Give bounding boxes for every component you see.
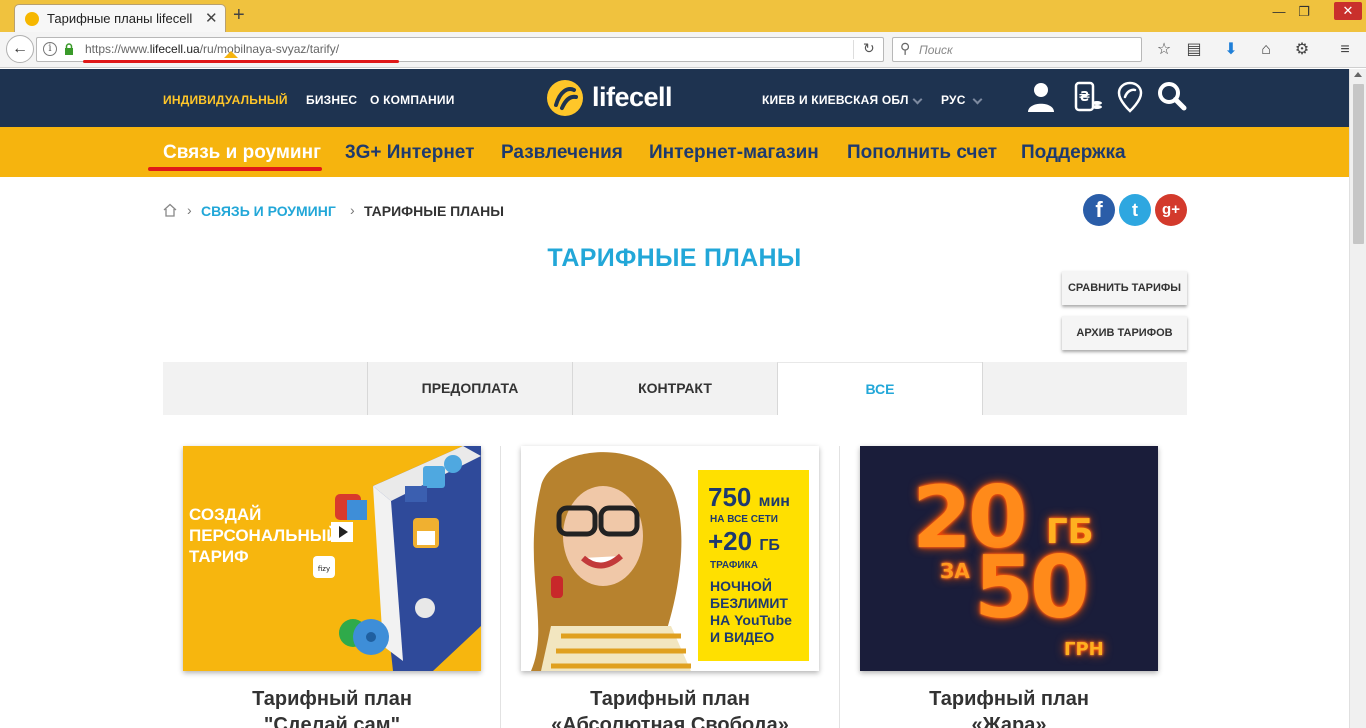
chevron-down-icon	[972, 94, 983, 105]
cat-support[interactable]: Поддержка	[1021, 142, 1126, 164]
info-icon[interactable]: i	[43, 42, 57, 56]
cat-communication-roaming[interactable]: Связь и роуминг	[163, 142, 321, 164]
tariff-card-title[interactable]: Тарифный план «Абсолютная Свобода»	[505, 686, 835, 728]
tariff-archive-button[interactable]: АРХИВ ТАРИФОВ	[1062, 316, 1187, 350]
filter-tab-empty	[982, 362, 1187, 415]
extension-icon[interactable]: ⚙	[1292, 40, 1312, 60]
banner-currency: ГРН	[1064, 639, 1104, 660]
chevron-down-icon	[912, 94, 923, 105]
balance-icon[interactable]: ₴	[1072, 80, 1104, 114]
active-cat-red-underline	[148, 167, 322, 171]
page-scrollbar[interactable]	[1349, 69, 1366, 728]
bookmark-star-icon[interactable]: ☆	[1154, 40, 1174, 60]
lifecell-favicon-icon	[25, 12, 39, 26]
reload-icon[interactable]: ↻	[863, 40, 875, 57]
chevron-right-icon: ›	[187, 202, 192, 218]
search-placeholder: Поиск	[919, 43, 953, 57]
close-tab-icon[interactable]: ✕	[205, 9, 218, 27]
scroll-thumb[interactable]	[1353, 84, 1364, 244]
tab-all[interactable]: ВСЕ	[777, 362, 982, 415]
logo-text[interactable]: lifecell	[592, 82, 673, 113]
user-icon[interactable]	[1025, 80, 1057, 114]
lego-board-illustration: fizy	[313, 446, 481, 671]
cat-top-up[interactable]: Пополнить счет	[847, 142, 997, 164]
minimize-icon[interactable]: —	[1268, 4, 1290, 19]
magnifier-icon: ⚲	[900, 40, 911, 56]
tab-contract[interactable]: КОНТРАКТ	[572, 362, 777, 415]
browser-search-field[interactable]: ⚲ Поиск	[892, 37, 1142, 62]
tab-prepaid[interactable]: ПРЕДОПЛАТА	[367, 362, 572, 415]
filter-tab-empty	[163, 362, 368, 415]
category-nav: Связь и роуминг 3G+ Интернет Развлечения…	[0, 127, 1349, 177]
reading-list-icon[interactable]: ▤	[1184, 40, 1204, 60]
tariff-card-banner-absolute-freedom[interactable]: 750 мин НА ВСЕ СЕТИ +20 ГБ ТРАФИКА НОЧНО…	[521, 446, 819, 671]
compare-tariffs-button[interactable]: СРАВНИТЬ ТАРИФЫ	[1062, 271, 1187, 305]
cat-online-shop[interactable]: Интернет-магазин	[649, 142, 819, 164]
facebook-icon[interactable]: f	[1083, 194, 1115, 226]
url-divider	[853, 40, 854, 59]
cat-entertainment[interactable]: Развлечения	[501, 142, 623, 164]
download-icon[interactable]: ⬇	[1221, 40, 1241, 60]
site-header: ИНДИВИДУАЛЬНЫЙ БИЗНЕС О КОМПАНИИ lifecel…	[0, 69, 1349, 127]
browser-tab-bar: Тарифные планы lifecell ✕ + — ❐ ✕	[0, 0, 1366, 32]
chevron-right-icon: ›	[350, 202, 355, 218]
woman-with-glasses-photo	[531, 452, 691, 671]
tariff-card-banner-heat[interactable]: 20 ГБ ЗА 50 ГРН	[860, 446, 1158, 671]
address-bar[interactable]: i https://www.lifecell.ua/ru/mobilnaya-s…	[36, 37, 884, 63]
url-text: https://www.lifecell.ua/ru/mobilnaya-svy…	[85, 42, 340, 56]
topnav-individual[interactable]: ИНДИВИДУАЛЬНЫЙ	[163, 93, 288, 107]
window-close-icon[interactable]: ✕	[1334, 2, 1362, 20]
banner-price: 50	[974, 538, 1090, 638]
card-divider	[500, 446, 501, 728]
lifecell-logo-icon[interactable]	[546, 79, 584, 117]
tariff-card-banner-do-it-yourself[interactable]: СОЗДАЙ ПЕРСОНАЛЬНЫЙ ТАРИФ fizy	[183, 446, 481, 671]
browser-tab[interactable]: Тарифные планы lifecell ✕	[14, 4, 226, 32]
topnav-business[interactable]: БИЗНЕС	[306, 93, 357, 107]
offer-box: 750 мин НА ВСЕ СЕТИ +20 ГБ ТРАФИКА НОЧНО…	[698, 470, 809, 661]
search-icon[interactable]	[1156, 80, 1188, 114]
twitter-icon[interactable]: t	[1119, 194, 1151, 226]
back-arrow-icon[interactable]: ←	[6, 35, 34, 63]
svg-text:fizy: fizy	[318, 565, 330, 573]
lock-icon	[65, 43, 73, 55]
menu-icon[interactable]: ≡	[1335, 40, 1355, 60]
location-pin-icon[interactable]	[1114, 80, 1146, 114]
browser-toolbar: ← i https://www.lifecell.ua/ru/mobilnaya…	[0, 32, 1366, 68]
tariff-card-title[interactable]: Тарифный план «Жара»	[844, 686, 1174, 728]
card-divider	[839, 446, 840, 728]
breadcrumb-current: ТАРИФНЫЕ ПЛАНЫ	[364, 203, 504, 219]
cat-3g-internet[interactable]: 3G+ Интернет	[345, 142, 474, 164]
home-icon[interactable]: ⌂	[1256, 40, 1276, 60]
restore-icon[interactable]: ❐	[1293, 4, 1315, 20]
google-plus-icon[interactable]: g+	[1155, 194, 1187, 226]
scroll-up-icon[interactable]	[1354, 72, 1362, 77]
page-title: ТАРИФНЫЕ ПЛАНЫ	[547, 244, 802, 272]
svg-text:₴: ₴	[1079, 90, 1090, 105]
tariff-filter-tabs: ПРЕДОПЛАТА КОНТРАКТ ВСЕ	[163, 362, 1187, 415]
breadcrumb-section-link[interactable]: СВЯЗЬ И РОУМИНГ	[201, 203, 336, 219]
banner-for: ЗА	[940, 559, 970, 583]
language-select[interactable]: РУС	[941, 93, 966, 107]
home-icon[interactable]	[163, 203, 177, 217]
url-red-underline	[83, 60, 399, 63]
tab-title: Тарифные планы lifecell	[47, 11, 193, 26]
topnav-about-company[interactable]: О КОМПАНИИ	[370, 93, 455, 107]
new-tab-icon[interactable]: +	[233, 4, 245, 27]
region-select[interactable]: КИЕВ И КИЕВСКАЯ ОБЛ	[762, 93, 909, 107]
active-nav-caret	[224, 51, 238, 58]
tariff-card-title[interactable]: Тарифный план "Сделай сам"	[167, 686, 497, 728]
